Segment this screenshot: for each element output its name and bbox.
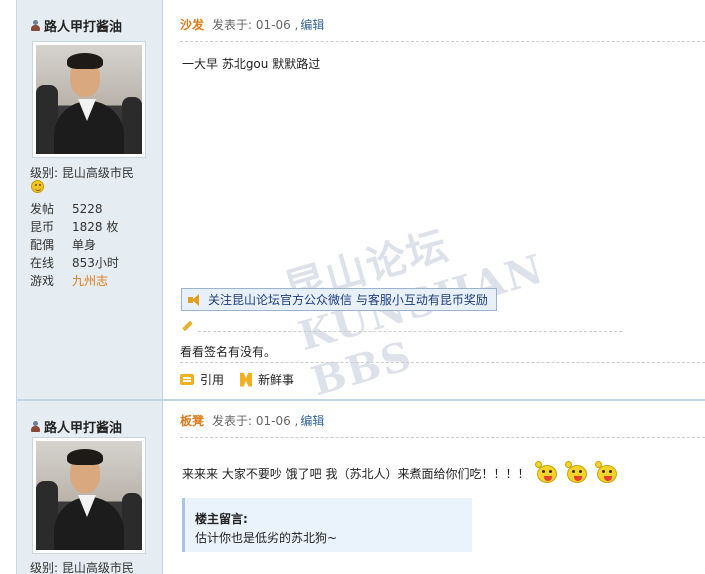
post-body: 沙发 发表于: 01-06 , 编辑 一大早 苏北gou 默默路过 昆山论坛 K… bbox=[164, 0, 705, 405]
post-bench: 路人甲打酱油 级别: 昆山高级市民 板凳 发表于: 01-06 , 编辑 来来来… bbox=[17, 401, 705, 574]
stat-label: 游戏 bbox=[30, 274, 55, 288]
pencil-icon bbox=[181, 320, 193, 332]
avatar-image[interactable] bbox=[36, 441, 142, 550]
author-sidebar: 路人甲打酱油 级别: 昆山高级市民 发帖 5228 昆币 1828 枚 配偶 单… bbox=[17, 0, 163, 399]
speaker-icon bbox=[188, 293, 202, 306]
user-icon bbox=[30, 20, 41, 31]
stat-row: 配偶 单身 bbox=[30, 236, 119, 254]
author-name-link[interactable]: 路人甲打酱油 bbox=[30, 417, 122, 436]
post-content: 来来来 大家不要吵 饿了吧 我（苏北人）来煮面给你们吃！！！！ bbox=[182, 461, 619, 485]
header-divider bbox=[180, 41, 705, 42]
post-body: 板凳 发表于: 01-06 , 编辑 来来来 大家不要吵 饿了吧 我（苏北人）来… bbox=[164, 401, 705, 574]
stat-value: 1828 枚 bbox=[72, 220, 119, 234]
post-actions: 引用 新鲜事 bbox=[180, 371, 310, 388]
promo-text[interactable]: 关注昆山论坛官方公众微信 与客服小互动有昆币奖励 bbox=[208, 291, 488, 308]
stat-row: 在线 853小时 bbox=[30, 254, 119, 272]
author-sidebar: 路人甲打酱油 级别: 昆山高级市民 bbox=[17, 401, 163, 574]
emoji-tongue-icon bbox=[565, 461, 589, 485]
stat-label: 配偶 bbox=[30, 238, 55, 252]
stat-row: 发帖 5228 bbox=[30, 200, 119, 218]
avatar-hair bbox=[67, 449, 103, 465]
avatar-image[interactable] bbox=[36, 45, 142, 154]
stat-label: 昆币 bbox=[30, 220, 55, 234]
emoji-tongue-icon bbox=[595, 461, 619, 485]
post-header: 沙发 发表于: 01-06 , 编辑 bbox=[180, 16, 324, 33]
avatar-bg-person bbox=[122, 97, 142, 154]
avatar[interactable] bbox=[32, 437, 146, 554]
stat-row: 昆币 1828 枚 bbox=[30, 218, 119, 236]
quote-label[interactable]: 引用 bbox=[200, 371, 224, 388]
post-time: 发表于: 01-06 , bbox=[212, 18, 299, 32]
edit-link[interactable]: 编辑 bbox=[300, 16, 324, 33]
quote-icon bbox=[180, 374, 194, 385]
stat-label: 发帖 bbox=[30, 202, 55, 216]
floor-label[interactable]: 沙发 bbox=[180, 16, 204, 33]
author-name[interactable]: 路人甲打酱油 bbox=[44, 417, 122, 436]
user-level: 级别: 昆山高级市民 bbox=[30, 561, 134, 574]
stat-label: 在线 bbox=[30, 256, 55, 270]
user-stats: 发帖 5228 昆币 1828 枚 配偶 单身 在线 853小时 游戏 九州志 bbox=[30, 200, 119, 290]
news-icon bbox=[240, 372, 253, 387]
footer-divider bbox=[180, 362, 705, 363]
header-divider bbox=[180, 437, 705, 438]
quote-button[interactable]: 引用 bbox=[180, 371, 224, 388]
user-level: 级别: 昆山高级市民 bbox=[30, 166, 134, 180]
post-content: 一大早 苏北gou 默默路过 bbox=[182, 57, 321, 71]
avatar-bg-person bbox=[122, 493, 142, 550]
stat-value: 853小时 bbox=[72, 256, 119, 270]
author-name-link[interactable]: 路人甲打酱油 bbox=[30, 16, 122, 35]
avatar-hair bbox=[67, 53, 103, 69]
signature-text: 看看签名有没有。 bbox=[180, 345, 277, 359]
emoji-tongue-icon bbox=[535, 461, 559, 485]
owner-note: 楼主留言: 估计你也是低劣的苏北狗~ bbox=[182, 498, 472, 552]
avatar[interactable] bbox=[32, 41, 146, 158]
game-link[interactable]: 九州志 bbox=[72, 272, 108, 290]
news-button[interactable]: 新鲜事 bbox=[240, 371, 294, 388]
stat-value: 单身 bbox=[72, 238, 97, 252]
signature-divider bbox=[198, 331, 622, 332]
user-icon bbox=[30, 421, 41, 432]
post-time: 发表于: 01-06 , bbox=[212, 414, 299, 428]
post-content-text: 来来来 大家不要吵 饿了吧 我（苏北人）来煮面给你们吃！！！！ bbox=[182, 466, 530, 481]
author-name[interactable]: 路人甲打酱油 bbox=[44, 16, 122, 35]
edit-link[interactable]: 编辑 bbox=[300, 412, 324, 429]
post-sofa: 路人甲打酱油 级别: 昆山高级市民 发帖 5228 昆币 1828 枚 配偶 单… bbox=[17, 0, 705, 405]
stat-row: 游戏 九州志 bbox=[30, 272, 119, 290]
promo-banner[interactable]: 关注昆山论坛官方公众微信 与客服小互动有昆币奖励 bbox=[181, 288, 497, 311]
owner-note-text: 估计你也是低劣的苏北狗~ bbox=[195, 531, 338, 545]
floor-label[interactable]: 板凳 bbox=[180, 412, 204, 429]
smiley-icon bbox=[31, 180, 44, 193]
owner-note-title: 楼主留言: bbox=[195, 512, 248, 526]
stat-value: 5228 bbox=[72, 202, 103, 216]
post-header: 板凳 发表于: 01-06 , 编辑 bbox=[180, 412, 324, 429]
news-label[interactable]: 新鲜事 bbox=[258, 371, 294, 388]
